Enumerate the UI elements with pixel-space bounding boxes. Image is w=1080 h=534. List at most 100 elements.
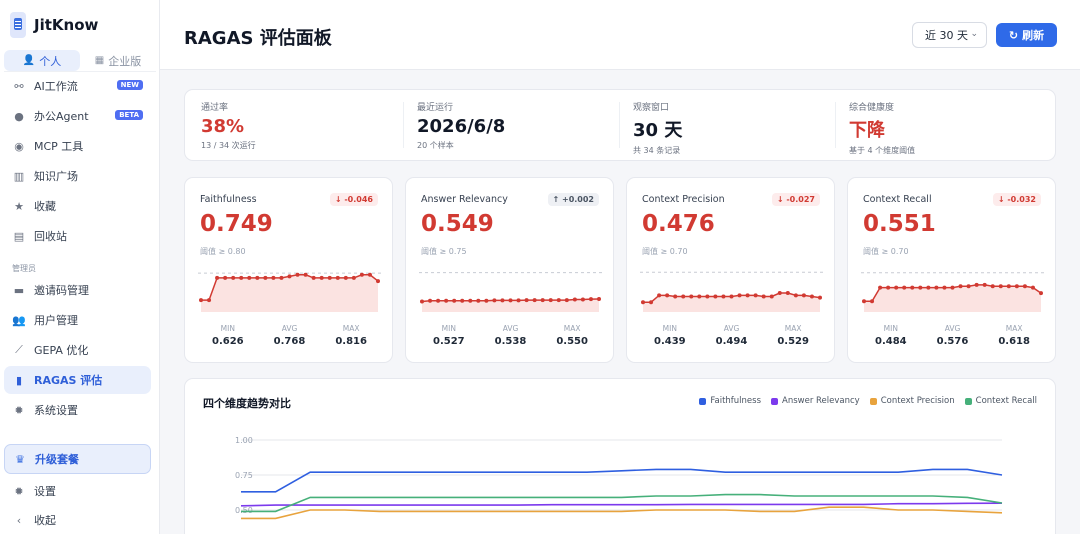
header: RAGAS 评估面板 近 30 天 ⌄ ↻ 刷新: [160, 0, 1080, 70]
date-range-select[interactable]: 近 30 天 ⌄: [912, 22, 987, 48]
sidebar-item-knowledge-square[interactable]: ▥ 知识广场: [4, 162, 151, 190]
stat-value: 0.484: [875, 336, 907, 347]
chevron-down-icon: ⌄: [970, 29, 978, 39]
y-tick-label: 0.75: [235, 471, 253, 480]
summary-value: 2026/6/8: [417, 116, 506, 137]
legend-item[interactable]: Context Precision: [869, 396, 955, 406]
legend-item[interactable]: Faithfulness: [699, 396, 761, 406]
sparkline-point: [263, 275, 268, 280]
legend-item[interactable]: Answer Relevancy: [771, 396, 860, 406]
legend-swatch: [964, 397, 972, 405]
gear-icon: ✹: [14, 403, 24, 417]
summary-sub: 基于 4 个维度阈值: [849, 146, 916, 155]
metric-value: 0.476: [642, 211, 715, 237]
sidebar-item-trash[interactable]: ▤ 回收站: [4, 222, 151, 250]
series-line: [240, 502, 1003, 507]
stat-label: MIN: [441, 324, 456, 333]
sidebar-item-settings[interactable]: ✹ 设置: [4, 477, 151, 505]
summary-divider: [403, 102, 404, 148]
stat-label: MAX: [563, 324, 581, 333]
summary-sub: 20 个样本: [417, 141, 454, 150]
sidebar-item-invite-codes[interactable]: ▬ 邀请码管理: [4, 276, 151, 304]
summary-label: 综合健康度: [849, 103, 895, 113]
metric-delta: ↓ -0.032: [992, 193, 1041, 206]
stat-min: MIN 0.439: [645, 324, 695, 347]
sidebar-item-mcp-tools[interactable]: ◉ MCP 工具: [4, 132, 151, 160]
stat-value: 0.550: [556, 336, 588, 347]
metric-delta: ↑ +0.002: [547, 193, 599, 206]
sparkline-point: [737, 293, 742, 298]
summary-health: 综合健康度 下降 基于 4 个维度阈值: [849, 100, 1049, 156]
sidebar-item-label: RAGAS 评估: [34, 374, 103, 387]
tab-personal[interactable]: 👤 个人: [4, 50, 80, 71]
sidebar-item-ragas[interactable]: ▮ RAGAS 评估: [4, 366, 151, 394]
sidebar-item-gepa[interactable]: ⟋ GEPA 优化: [4, 336, 151, 364]
stat-max: MAX 0.550: [547, 324, 597, 347]
logo-icon: [10, 12, 26, 38]
sparkline-point: [1030, 285, 1035, 290]
stat-label: MIN: [662, 324, 677, 333]
sidebar-item-label: MCP 工具: [34, 140, 84, 153]
stat-max: MAX 0.816: [326, 324, 376, 347]
sidebar-item-label: 收起: [34, 514, 56, 527]
sidebar-item-users[interactable]: 👥 用户管理: [4, 306, 151, 334]
summary-panel: 通过率 38% 13 / 34 次运行 最近运行 2026/6/8 20 个样本…: [184, 89, 1056, 161]
sparkline-point: [508, 298, 513, 303]
metric-delta: ↓ -0.046: [329, 193, 378, 206]
chart-icon: ▮: [15, 373, 23, 387]
sparkline-point: [207, 298, 212, 303]
chevron-left-icon: ‹: [16, 513, 22, 527]
stat-value: 0.626: [212, 336, 244, 347]
sparkline-point: [1022, 284, 1027, 289]
y-tick-label: 1.00: [235, 436, 253, 445]
brand[interactable]: JitKnow: [10, 12, 98, 38]
summary-value: 38%: [201, 116, 245, 137]
metric-card-answer-relevancy[interactable]: Answer Relevancy ↑ +0.002 0.549 阈值 ≥ 0.7…: [405, 177, 614, 363]
sidebar-item-label: 邀请码管理: [34, 284, 89, 297]
users-icon: 👥: [12, 313, 26, 327]
sidebar-item-office-agent[interactable]: ● 办公Agent BETA: [4, 102, 151, 130]
stat-avg: AVG 0.768: [264, 324, 314, 347]
sparkline-point: [689, 294, 694, 299]
sparkline-point: [958, 284, 963, 289]
stat-avg: AVG 0.538: [485, 324, 535, 347]
trend-chart: 1.00 0.75 0.50: [235, 436, 1003, 520]
ticket-icon: ▬: [13, 283, 25, 297]
legend-label: Context Precision: [880, 396, 955, 406]
sparkline-point: [1014, 284, 1019, 289]
metric-card-context-precision[interactable]: Context Precision ↓ -0.027 0.476 阈值 ≥ 0.…: [626, 177, 835, 363]
metric-card-faithfulness[interactable]: Faithfulness ↓ -0.046 0.749 阈值 ≥ 0.80 MI…: [184, 177, 393, 363]
sidebar-item-system-settings[interactable]: ✹ 系统设置: [4, 396, 151, 424]
sparkline-point: [452, 298, 457, 303]
sparkline-point: [215, 275, 220, 280]
stat-label: MAX: [342, 324, 360, 333]
sparkline-point: [729, 294, 734, 299]
sparkline-point: [862, 299, 866, 304]
legend-item[interactable]: Context Recall: [964, 396, 1037, 406]
page-title: RAGAS 评估面板: [184, 28, 332, 49]
summary-sub: 共 34 条记录: [633, 146, 681, 155]
stat-label: AVG: [502, 324, 519, 333]
sparkline-point: [279, 275, 284, 280]
stat-value: 0.529: [777, 336, 809, 347]
sidebar-item-collapse[interactable]: ‹ 收起: [4, 506, 151, 534]
sidebar-item-ai-workflow[interactable]: ⚯ AI工作流 NEW: [4, 72, 151, 100]
sidebar-item-favorites[interactable]: ★ 收藏: [4, 192, 151, 220]
summary-value: 30 天: [633, 120, 683, 141]
metric-card-context-recall[interactable]: Context Recall ↓ -0.032 0.551 阈值 ≥ 0.70 …: [847, 177, 1056, 363]
sidebar-item-label: 办公Agent: [34, 110, 89, 123]
sparkline: [198, 272, 381, 312]
tab-enterprise[interactable]: ▦ 企业版: [80, 50, 156, 71]
sparkline-point: [974, 282, 979, 287]
sparkline-point: [540, 298, 545, 303]
refresh-icon: ↻: [1008, 28, 1019, 42]
refresh-button[interactable]: ↻ 刷新: [996, 23, 1057, 47]
sparkline-point: [500, 298, 505, 303]
sparkline: [640, 271, 823, 312]
sparkline-point: [982, 282, 987, 287]
sparkline-point: [287, 274, 292, 279]
sparkline-point: [966, 284, 971, 289]
sparkline-point: [247, 275, 252, 280]
upgrade-button[interactable]: ♛ 升级套餐: [4, 444, 151, 474]
sparkline-point: [468, 298, 473, 303]
